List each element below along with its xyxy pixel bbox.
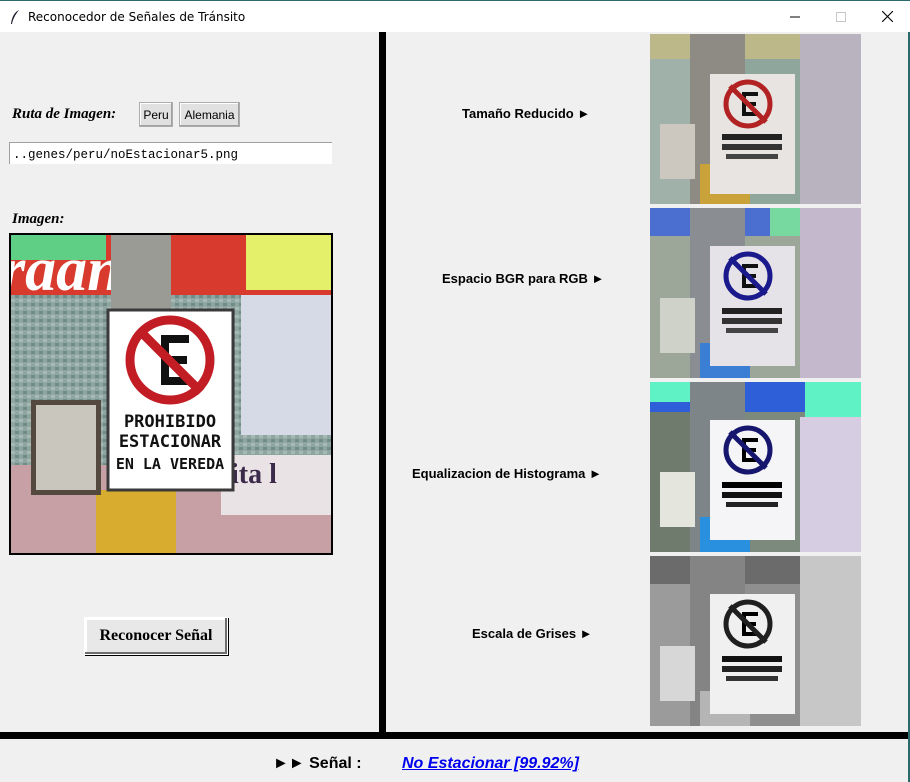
minimize-icon bbox=[790, 16, 800, 17]
maximize-button[interactable] bbox=[818, 1, 864, 32]
peru-button[interactable]: Peru bbox=[139, 102, 173, 127]
result-prefix-label: ►► Señal : bbox=[273, 755, 362, 772]
sign-photo: raan ita l PROHIBIDO ESTACIONAR EN LA VE… bbox=[11, 235, 331, 553]
horizontal-divider bbox=[0, 732, 910, 739]
alemania-button[interactable]: Alemania bbox=[179, 102, 240, 127]
sign-text-1: PROHIBIDO bbox=[124, 412, 216, 432]
step-label-grayscale: Escala de Grises ► bbox=[472, 626, 593, 641]
maximize-icon bbox=[836, 11, 846, 22]
close-icon bbox=[881, 11, 893, 22]
svg-text:ita l: ita l bbox=[231, 459, 277, 490]
recognize-button[interactable]: Reconocer Señal bbox=[84, 617, 228, 655]
thumb-equalized-image bbox=[650, 382, 861, 552]
thumb-grayscale-image bbox=[650, 556, 861, 726]
thumb-resized bbox=[650, 34, 861, 204]
sign-text-2: ESTACIONAR bbox=[119, 432, 222, 452]
window-title: Reconocedor de Señales de Tránsito bbox=[28, 10, 246, 24]
thumb-resized-image bbox=[650, 34, 861, 204]
step-label-resized: Tamaño Reducido ► bbox=[462, 106, 591, 121]
thumb-bgr-rgb bbox=[650, 208, 861, 378]
image-path-input[interactable] bbox=[9, 142, 332, 164]
close-button[interactable] bbox=[864, 1, 910, 32]
thumb-grayscale bbox=[650, 556, 861, 726]
title-bar: Reconocedor de Señales de Tránsito bbox=[0, 0, 910, 32]
thumb-bgr-rgb-image bbox=[650, 208, 861, 378]
sign-text-3: EN LA VEREDA bbox=[116, 455, 224, 473]
sign-image: raan ita l PROHIBIDO ESTACIONAR EN LA VE… bbox=[9, 233, 333, 555]
step-label-bgr-rgb: Espacio BGR para RGB ► bbox=[442, 271, 605, 286]
minimize-button[interactable] bbox=[772, 1, 818, 32]
result-value-link[interactable]: No Estacionar [99.92%] bbox=[402, 755, 579, 773]
thumb-equalized bbox=[650, 382, 861, 552]
imagen-label: Imagen: bbox=[12, 211, 65, 227]
ruta-label: Ruta de Imagen: bbox=[12, 106, 117, 122]
svg-text:raan: raan bbox=[11, 236, 122, 304]
feather-icon bbox=[11, 10, 19, 24]
step-label-equalized: Equalizacion de Histograma ► bbox=[412, 466, 602, 481]
vertical-divider bbox=[379, 32, 386, 732]
